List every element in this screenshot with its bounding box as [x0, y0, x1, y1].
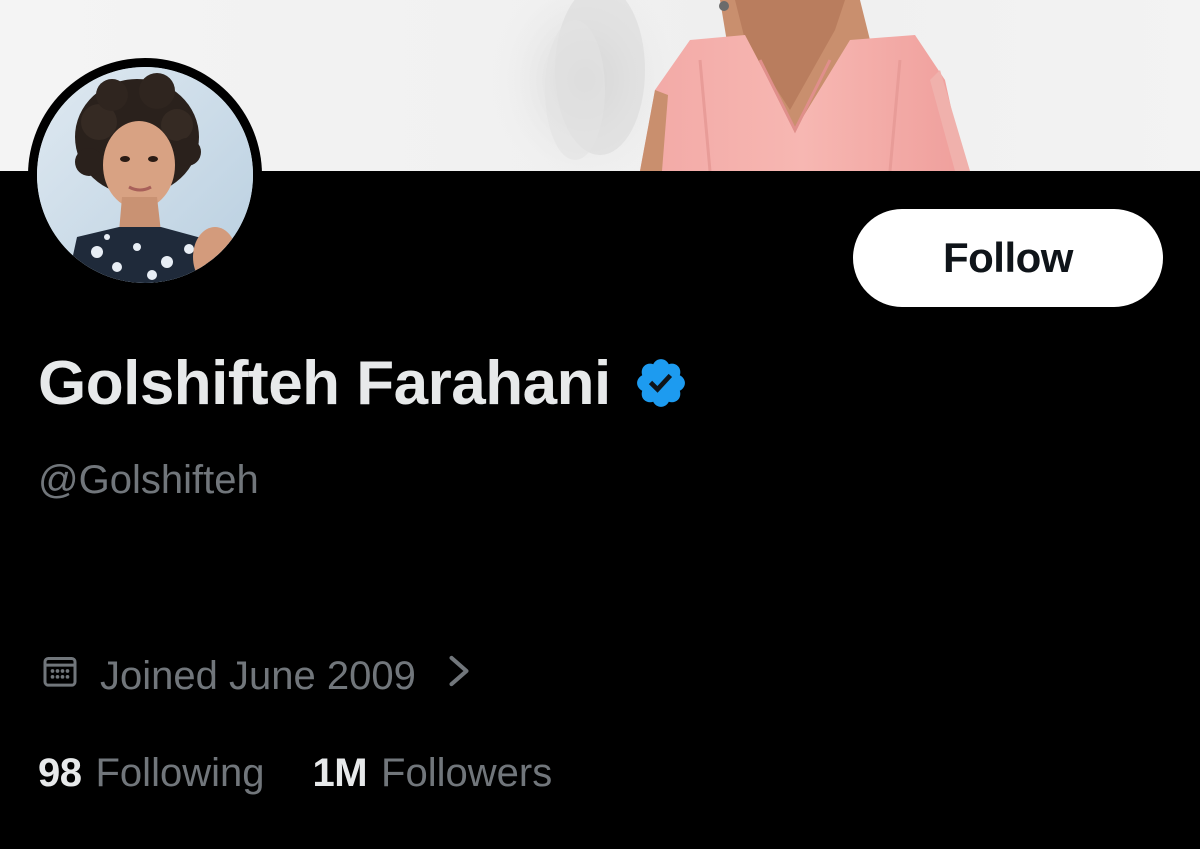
- followers-label: Followers: [381, 750, 553, 795]
- followers-count: 1M: [312, 750, 368, 795]
- follow-button[interactable]: Follow: [853, 209, 1163, 307]
- following-stat[interactable]: 98 Following: [38, 751, 264, 796]
- chevron-right-icon: [416, 652, 474, 700]
- joined-date-row[interactable]: Joined June 2009: [38, 646, 474, 706]
- profile-handle: @Golshifteh: [38, 458, 259, 502]
- following-label: Following: [95, 750, 265, 795]
- followers-stat[interactable]: 1M Followers: [312, 751, 552, 796]
- following-count: 98: [38, 750, 82, 795]
- verified-badge-icon[interactable]: [633, 355, 689, 411]
- joined-date-text: Joined June 2009: [100, 653, 416, 698]
- avatar-photo: [37, 67, 253, 283]
- display-name: Golshifteh Farahani: [38, 348, 611, 418]
- profile-stats: 98 Following 1M Followers: [38, 742, 552, 804]
- profile-name-row: Golshifteh Farahani: [38, 345, 689, 421]
- profile-avatar[interactable]: [28, 58, 262, 292]
- profile-screen: Follow Golshifteh Farahani @Golshifteh J…: [0, 0, 1200, 849]
- calendar-icon: [38, 651, 100, 701]
